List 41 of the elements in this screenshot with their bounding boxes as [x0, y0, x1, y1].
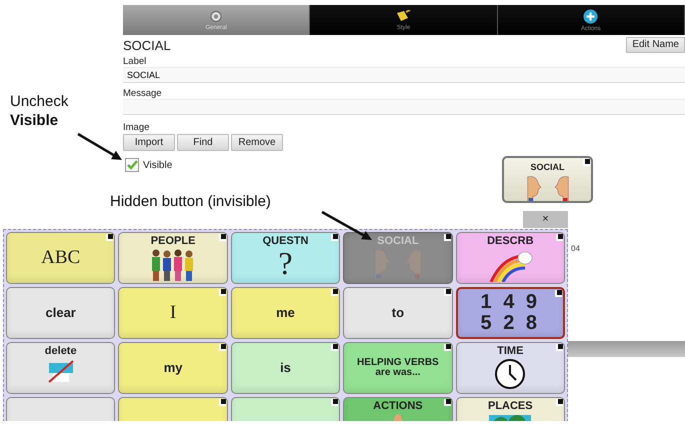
vocabulary-tile[interactable]: clear [6, 287, 116, 339]
vocabulary-tile[interactable]: I [118, 287, 228, 339]
vocabulary-tile[interactable]: ACTIONS [343, 397, 453, 421]
message-input-field[interactable] [123, 99, 685, 115]
item-title: SOCIAL [123, 38, 171, 52]
annotation-text: Uncheck Visible [10, 92, 68, 130]
image-action-button[interactable]: Find [177, 134, 229, 151]
label-caption: Label [123, 56, 148, 67]
crossed-word-icon [46, 358, 76, 384]
vocabulary-tile[interactable]: is [230, 342, 340, 394]
label-input-field[interactable]: SOCIAL [123, 67, 685, 83]
page-number: 04 [571, 243, 581, 255]
vocabulary-tile[interactable]: delete [6, 342, 116, 394]
vocabulary-tile[interactable]: my [118, 342, 228, 394]
gear-icon [208, 10, 224, 22]
close-button[interactable]: × [523, 211, 568, 228]
vocabulary-tile[interactable]: TIME [456, 342, 565, 394]
vocabulary-tile[interactable]: 1 4 9 5 2 8 [456, 287, 565, 339]
corner-marker-icon [583, 159, 590, 166]
edit-name-button[interactable]: Edit Name [626, 37, 685, 53]
vocabulary-tile[interactable]: ABC [6, 232, 116, 284]
image-caption: Image [123, 122, 150, 133]
brush-icon [395, 10, 412, 22]
vocabulary-tile[interactable]: PEOPLE [118, 232, 228, 284]
vocabulary-tile[interactable]: DESCRB [456, 232, 565, 284]
message-caption: Message [123, 88, 163, 99]
vocabulary-tile[interactable]: QUESTN ? [230, 232, 340, 284]
vocabulary-tile[interactable]: to [343, 287, 453, 339]
plus-icon [583, 8, 598, 24]
vocabulary-tile[interactable]: PLACES [456, 397, 565, 421]
preview-label: SOCIAL [530, 161, 564, 174]
visible-checkbox[interactable]: Visible [125, 158, 172, 172]
image-action-button[interactable]: Remove [231, 134, 283, 151]
vocabulary-tile[interactable]: HELPING VERBS are was... [343, 342, 453, 394]
annotation-text: Hidden button (invisible) [110, 192, 271, 211]
image-action-button[interactable]: Import [123, 134, 175, 151]
check-icon [126, 160, 138, 170]
clock-icon [494, 358, 526, 390]
arrow [321, 210, 372, 240]
vocabulary-tile[interactable]: me [230, 287, 340, 339]
arrow [77, 132, 122, 160]
